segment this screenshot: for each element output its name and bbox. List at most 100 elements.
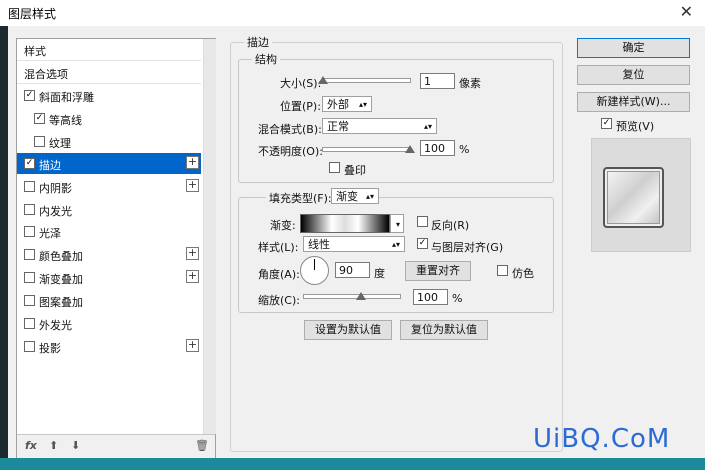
add-effect-icon[interactable]: + xyxy=(186,156,199,169)
style-select[interactable]: 线性 ▴▾ xyxy=(303,236,405,252)
style-item-checkbox[interactable]: ✓ xyxy=(24,90,35,101)
style-item-checkbox[interactable] xyxy=(24,295,35,306)
chevron-down-icon: ▾ xyxy=(395,220,400,229)
fill-type-value: 渐变 xyxy=(336,190,358,203)
style-item-checkbox[interactable]: ✓ xyxy=(34,113,45,124)
style-list-item[interactable]: 光泽 xyxy=(17,221,201,242)
dither-checkbox[interactable] xyxy=(497,265,508,276)
align-with-layer-checkbox[interactable]: ✓ xyxy=(417,238,428,249)
overprint-checkbox[interactable] xyxy=(329,162,340,173)
style-item-label: 斜面和浮雕 xyxy=(39,91,94,104)
add-effect-icon[interactable]: + xyxy=(186,247,199,260)
close-icon[interactable]: ✕ xyxy=(680,2,693,21)
style-list-item[interactable]: 图案叠加 xyxy=(17,290,201,311)
style-list-toolbar: fx ⬆ ⬇ 🗑 xyxy=(17,434,215,458)
reset-align-button[interactable]: 重置对齐 xyxy=(405,261,471,281)
window-title: 图层样式 xyxy=(8,7,57,21)
style-item-label: 样式 xyxy=(24,45,46,58)
dither-label: 仿色 xyxy=(512,267,534,280)
style-value: 线性 xyxy=(308,238,330,251)
style-list-item[interactable]: 样式 xyxy=(17,39,201,61)
preview-label: 预览(V) xyxy=(616,120,655,133)
style-item-label: 等高线 xyxy=(49,114,82,127)
size-input[interactable]: 1 xyxy=(420,73,455,89)
gradient-dropdown[interactable]: ▾ xyxy=(390,214,404,233)
style-item-checkbox[interactable] xyxy=(24,226,35,237)
opacity-input[interactable]: 100 xyxy=(420,140,455,156)
chevron-updown-icon: ▴▾ xyxy=(423,122,432,131)
style-list-scrollbar[interactable] xyxy=(203,39,216,434)
style-item-checkbox[interactable] xyxy=(24,249,35,260)
chevron-updown-icon: ▴▾ xyxy=(391,240,400,249)
angle-label: 角度(A): xyxy=(258,268,300,281)
style-list-item[interactable]: 外发光 xyxy=(17,313,201,334)
style-list-item[interactable]: 纹理 xyxy=(17,131,201,152)
opacity-slider[interactable] xyxy=(322,147,411,152)
position-value: 外部 xyxy=(327,98,349,111)
style-item-checkbox[interactable]: ✓ xyxy=(24,158,35,169)
style-item-label: 渐变叠加 xyxy=(39,273,83,286)
chevron-updown-icon: ▴▾ xyxy=(365,192,374,201)
style-list-item[interactable]: 内阴影 + xyxy=(17,176,201,197)
reverse-checkbox[interactable] xyxy=(417,216,428,227)
style-item-checkbox[interactable] xyxy=(24,341,35,352)
move-down-icon[interactable]: ⬇ xyxy=(71,439,80,452)
fx-icon[interactable]: fx xyxy=(25,439,37,452)
angle-input[interactable]: 90 xyxy=(335,262,370,278)
fill-type-label: 填充类型(F): xyxy=(266,190,335,206)
style-item-label: 纹理 xyxy=(49,137,71,150)
blend-mode-select[interactable]: 正常 ▴▾ xyxy=(322,118,437,134)
new-style-button[interactable]: 新建样式(W)... xyxy=(577,92,690,112)
scale-slider[interactable] xyxy=(303,294,401,299)
add-effect-icon[interactable]: + xyxy=(186,179,199,192)
fill-type-select[interactable]: 渐变 ▴▾ xyxy=(331,188,379,204)
angle-unit: 度 xyxy=(374,267,385,280)
style-item-checkbox[interactable] xyxy=(24,318,35,329)
scale-slider-thumb[interactable] xyxy=(356,292,366,300)
size-unit: 像素 xyxy=(459,77,481,90)
ok-button[interactable]: 确定 xyxy=(577,38,690,58)
size-slider-thumb[interactable] xyxy=(318,76,328,84)
style-item-label: 图案叠加 xyxy=(39,296,83,309)
preview-checkbox[interactable]: ✓ xyxy=(601,118,612,129)
opacity-unit: % xyxy=(459,143,470,156)
set-as-default-button[interactable]: 设置为默认值 xyxy=(304,320,392,340)
position-select[interactable]: 外部 ▴▾ xyxy=(322,96,372,112)
style-list-item[interactable]: 投影 + xyxy=(17,336,201,357)
style-list-item[interactable]: ✓ 等高线 xyxy=(17,108,201,129)
reset-button[interactable]: 复位 xyxy=(577,65,690,85)
size-slider[interactable] xyxy=(322,78,411,83)
style-item-label: 颜色叠加 xyxy=(39,250,83,263)
style-list-item[interactable]: 渐变叠加 + xyxy=(17,267,201,288)
title-bar: 图层样式 ✕ xyxy=(0,0,705,26)
scale-input[interactable]: 100 xyxy=(413,289,448,305)
reset-to-default-button[interactable]: 复位为默认值 xyxy=(400,320,488,340)
angle-dial[interactable] xyxy=(300,256,329,285)
add-effect-icon[interactable]: + xyxy=(186,339,199,352)
add-effect-icon[interactable]: + xyxy=(186,270,199,283)
style-item-label: 外发光 xyxy=(39,319,72,332)
style-item-checkbox[interactable] xyxy=(24,181,35,192)
style-item-label: 描边 xyxy=(39,159,61,172)
trash-icon[interactable]: 🗑 xyxy=(195,439,209,452)
gradient-swatch[interactable] xyxy=(300,214,390,233)
style-list-item[interactable]: ✓ 斜面和浮雕 xyxy=(17,85,201,106)
style-list-item[interactable]: 内发光 xyxy=(17,199,201,220)
style-item-checkbox[interactable] xyxy=(34,136,45,147)
preview-area xyxy=(591,138,691,252)
style-list-item[interactable]: ✓ 描边 + xyxy=(17,153,201,174)
move-up-icon[interactable]: ⬆ xyxy=(49,439,58,452)
style-list-item[interactable]: 混合选项 xyxy=(17,62,201,84)
chevron-updown-icon: ▴▾ xyxy=(358,100,367,109)
scale-unit: % xyxy=(452,292,463,305)
blend-mode-value: 正常 xyxy=(327,120,349,133)
style-list-panel: 样式 混合选项 ✓ 斜面和浮雕 ✓ 等高线 纹理 ✓ 描边 + 内阴影 + 内发光 光泽 颜色叠加 + 渐变叠加… xyxy=(16,38,216,458)
watermark: UiBQ.CoM xyxy=(533,424,671,454)
stroke-section-title: 描边 xyxy=(244,34,272,50)
style-item-checkbox[interactable] xyxy=(24,204,35,215)
style-item-checkbox[interactable] xyxy=(24,272,35,283)
scale-label: 缩放(C): xyxy=(258,294,300,307)
style-list-item[interactable]: 颜色叠加 + xyxy=(17,244,201,265)
opacity-slider-thumb[interactable] xyxy=(405,145,415,153)
preview-thumbnail xyxy=(603,167,664,228)
